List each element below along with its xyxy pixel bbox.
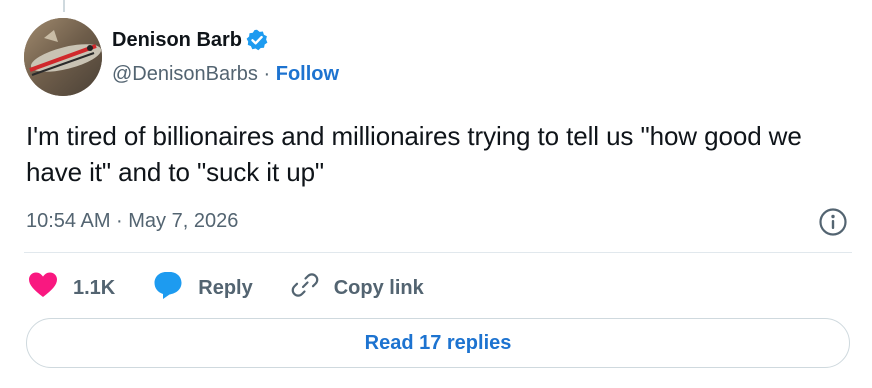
read-replies-button[interactable]: Read 17 replies [26,318,850,368]
author-handle[interactable]: @DenisonBarbs [112,63,258,85]
tweet-header: Denison Barb @DenisonBarbs · Follow [24,18,339,96]
copy-link-button[interactable]: Copy link [291,271,424,304]
action-bar: 1.1K Reply Copy link [28,270,462,305]
display-name-row: Denison Barb [112,28,339,52]
reply-button[interactable]: Reply [153,270,253,305]
author-names: Denison Barb @DenisonBarbs · Follow [112,28,339,86]
info-icon[interactable] [818,207,848,237]
avatar-fish-image [24,18,102,96]
handle-separator: · [263,63,271,85]
speech-bubble-icon [153,270,183,305]
reply-label: Reply [198,276,253,299]
link-icon [291,271,319,304]
like-button[interactable]: 1.1K [28,271,115,304]
tweet-timestamp[interactable]: 10:54 AM · May 7, 2026 [26,207,238,235]
tweet-text: I'm tired of billionaires and millionair… [26,121,802,187]
display-name[interactable]: Denison Barb [112,28,242,52]
follow-button[interactable]: Follow [276,63,339,85]
handle-row: @DenisonBarbs · Follow [112,62,339,86]
verified-badge-icon [246,29,268,51]
thread-connector-line [63,0,65,12]
heart-icon [28,271,58,304]
read-replies-label: Read 17 replies [364,331,512,354]
avatar[interactable] [24,18,102,96]
copy-link-label: Copy link [333,276,424,299]
likes-count: 1.1K [73,276,116,299]
divider [24,252,852,253]
